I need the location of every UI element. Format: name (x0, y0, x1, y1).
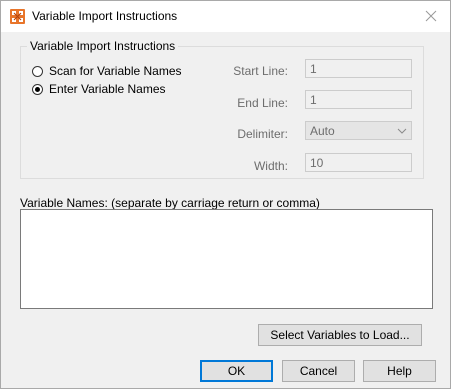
radio-indicator[interactable] (32, 83, 43, 95)
close-icon[interactable] (422, 7, 440, 25)
cancel-button[interactable]: Cancel (282, 360, 355, 382)
end-line-field[interactable]: 1 (305, 90, 412, 109)
group-title: Variable Import Instructions (27, 39, 179, 53)
variable-names-label: Variable Names: (separate by carriage re… (20, 196, 320, 210)
delimiter-label: Delimiter: (237, 127, 288, 141)
scan-names-radio[interactable]: Scan for Variable Names (32, 64, 182, 78)
variable-names-textarea[interactable] (20, 209, 433, 309)
dialog-window: Variable Import Instructions Variable Im… (0, 0, 451, 389)
title-bar: Variable Import Instructions (1, 1, 450, 32)
app-logo-icon (10, 9, 25, 24)
select-variables-button[interactable]: Select Variables to Load... (258, 324, 422, 346)
ok-button[interactable]: OK (200, 360, 273, 382)
end-line-label: End Line: (237, 96, 288, 110)
width-field[interactable]: 10 (305, 153, 412, 172)
window-title: Variable Import Instructions (32, 9, 178, 23)
start-line-label: Start Line: (233, 64, 288, 78)
scan-names-label: Scan for Variable Names (49, 64, 182, 78)
width-label: Width: (253, 159, 288, 173)
help-button[interactable]: Help (363, 360, 436, 382)
enter-names-radio[interactable]: Enter Variable Names (32, 82, 166, 96)
chevron-down-icon (397, 128, 407, 134)
enter-names-label: Enter Variable Names (49, 82, 166, 96)
delimiter-dropdown[interactable]: Auto (305, 121, 412, 140)
radio-indicator[interactable] (32, 65, 43, 77)
delimiter-value: Auto (310, 123, 335, 138)
start-line-field[interactable]: 1 (305, 59, 412, 78)
